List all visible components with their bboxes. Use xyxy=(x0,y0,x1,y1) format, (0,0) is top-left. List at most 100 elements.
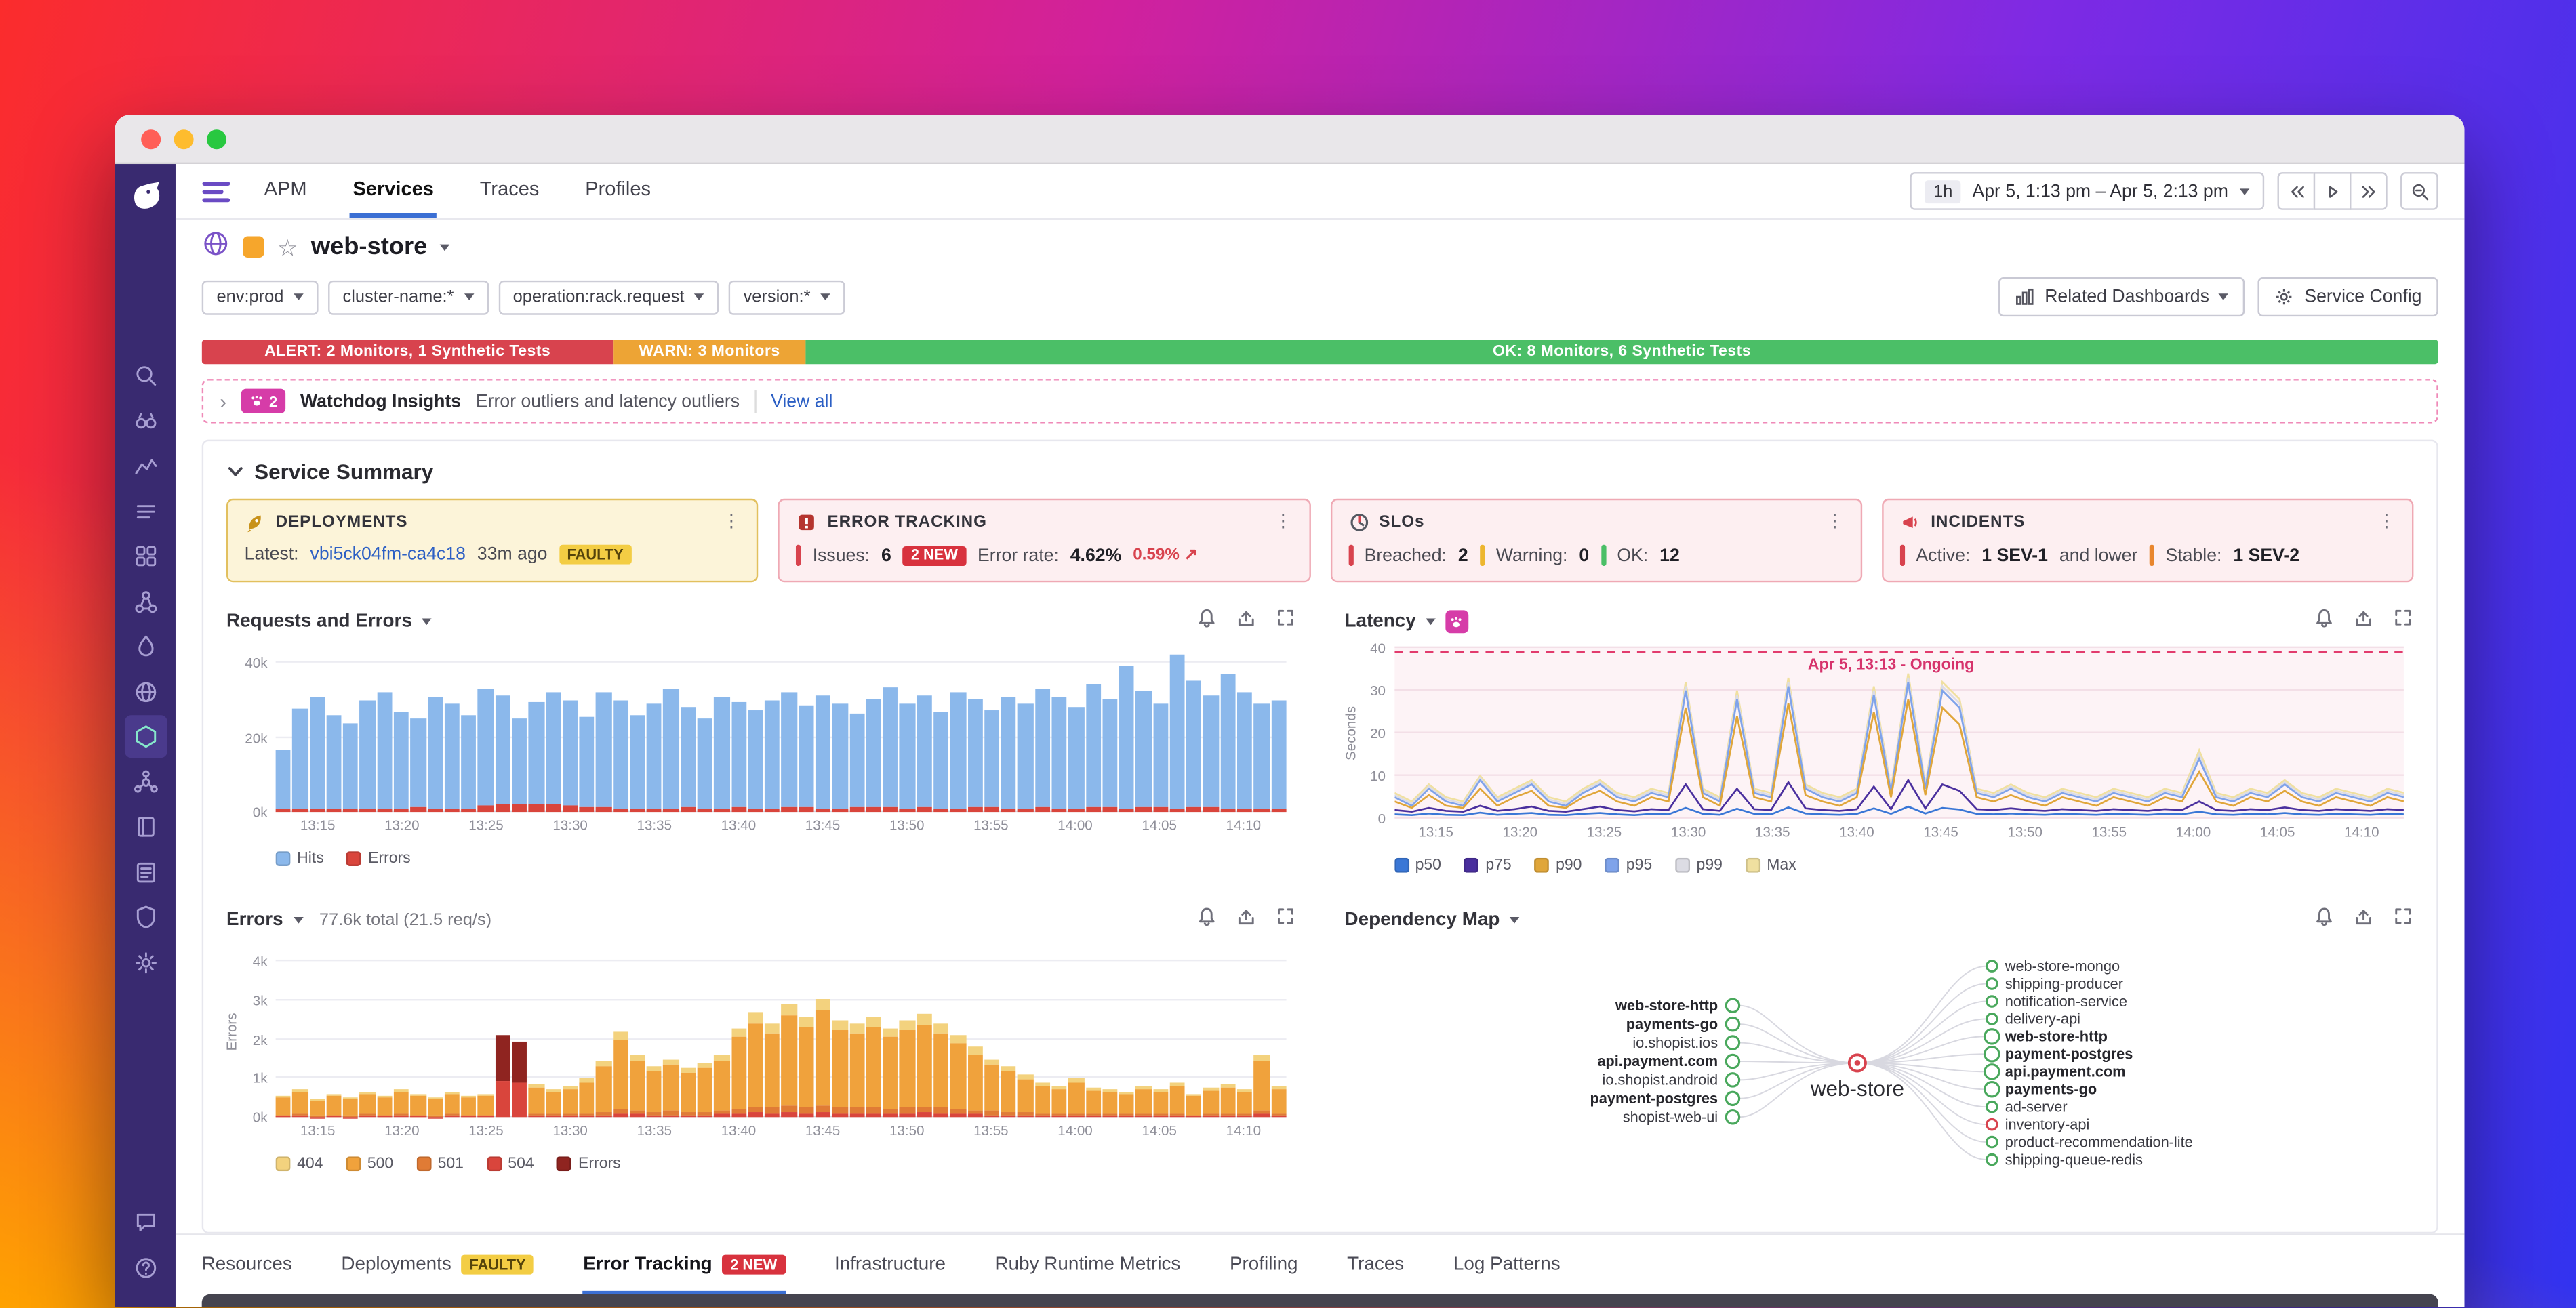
events-icon[interactable] xyxy=(124,489,167,532)
dep-label[interactable]: api.payment.com xyxy=(1596,1052,1717,1069)
slos-card[interactable]: SLOs ⋮ Breached: 2 Warning: 0 OK: 12 xyxy=(1329,498,1862,583)
filter-operation[interactable]: operation:rack.request xyxy=(498,279,719,314)
logs-icon[interactable] xyxy=(124,851,167,893)
monitor-status-warn[interactable]: WARN: 3 Monitors xyxy=(613,340,806,365)
tab-deployments[interactable]: Deployments FAULTY xyxy=(341,1235,534,1294)
dep-label[interactable]: io.shopist.android xyxy=(1601,1071,1717,1088)
dep-label[interactable]: delivery-api xyxy=(2005,1010,2080,1027)
related-dashboards-button[interactable]: Related Dashboards xyxy=(1998,277,2246,317)
filter-cluster-name[interactable]: cluster-name:* xyxy=(327,279,489,314)
apm-icon[interactable] xyxy=(124,625,167,668)
dep-node-product-recommendation-lite[interactable] xyxy=(1984,1135,1998,1149)
deployments-card[interactable]: DEPLOYMENTS ⋮ Latest: vbi5ck04fm-ca4c18 … xyxy=(226,498,759,583)
time-range-picker[interactable]: 1h Apr 5, 1:13 pm – Apr 5, 2:13 pm xyxy=(1910,172,2265,210)
dep-node-payments-go[interactable] xyxy=(1982,1081,2000,1098)
kebab-menu-icon[interactable]: ⋮ xyxy=(723,512,741,532)
legend-item[interactable]: Max xyxy=(1745,856,1796,874)
chevron-down-icon[interactable] xyxy=(422,618,432,626)
kebab-menu-icon[interactable]: ⋮ xyxy=(1274,512,1292,532)
search-icon[interactable] xyxy=(124,354,167,397)
dep-node-payment-postgres[interactable] xyxy=(1982,1046,2000,1063)
chevron-down-icon[interactable] xyxy=(1509,917,1520,924)
dep-label[interactable]: shopist-web-ui xyxy=(1622,1109,1717,1126)
dep-node-shopist-web-ui[interactable] xyxy=(1724,1109,1739,1125)
close-window-button[interactable] xyxy=(141,129,161,149)
time-back-button[interactable] xyxy=(2277,172,2316,210)
metrics-icon[interactable] xyxy=(124,445,167,487)
dep-label[interactable]: shipping-queue-redis xyxy=(2005,1151,2142,1168)
dep-label[interactable]: product-recommendation-lite xyxy=(2005,1133,2192,1150)
legend-item[interactable]: p95 xyxy=(1605,856,1652,874)
legend-item[interactable]: 404 xyxy=(275,1155,323,1173)
incidents-card[interactable]: INCIDENTS ⋮ Active: 1 SEV-1 and lower St… xyxy=(1881,498,2414,583)
service-summary-header[interactable]: Service Summary xyxy=(226,459,2413,484)
dep-node-io.shopist.android[interactable] xyxy=(1724,1072,1739,1088)
dep-label[interactable]: payment-postgres xyxy=(2005,1046,2133,1063)
dep-node-payments-go[interactable] xyxy=(1724,1016,1739,1032)
datadog-logo-icon[interactable] xyxy=(125,177,165,216)
chat-icon[interactable] xyxy=(124,1201,167,1244)
zoom-out-button[interactable] xyxy=(2400,172,2438,210)
help-icon[interactable] xyxy=(124,1246,167,1288)
minimize-window-button[interactable] xyxy=(174,129,194,149)
alert-icon[interactable] xyxy=(1195,607,1216,637)
synthetics-icon[interactable] xyxy=(124,670,167,713)
dep-node-delivery-api[interactable] xyxy=(1984,1013,1998,1025)
watchdog-icon[interactable] xyxy=(1445,610,1469,634)
error-tracking-card[interactable]: ERROR TRACKING ⋮ Issues: 6 2 NEW Error r… xyxy=(778,498,1310,583)
watchdog-view-all-link[interactable]: View all xyxy=(771,391,832,411)
dep-node-notification-service[interactable] xyxy=(1984,995,1998,1008)
legend-item[interactable]: Hits xyxy=(275,850,324,867)
watchdog-icon[interactable] xyxy=(124,399,167,442)
monitor-status-alert[interactable]: ALERT: 2 Monitors, 1 Synthetic Tests xyxy=(201,340,613,365)
legend-item[interactable]: Errors xyxy=(346,850,411,867)
dep-node-api.payment.com[interactable] xyxy=(1982,1063,2000,1080)
tab-traces[interactable]: Traces xyxy=(1347,1235,1404,1294)
dep-node-ad-server[interactable] xyxy=(1984,1100,1998,1113)
expand-icon[interactable] xyxy=(1274,905,1295,935)
requests-errors-chart[interactable]: 0k 20k 40k xyxy=(245,648,1287,820)
legend-item[interactable]: 501 xyxy=(416,1155,464,1173)
dep-label[interactable]: ad-server xyxy=(2005,1098,2067,1115)
monitor-status-ok[interactable]: OK: 8 Monitors, 6 Synthetic Tests xyxy=(805,340,2438,365)
export-icon[interactable] xyxy=(2353,607,2374,637)
errors-chart[interactable]: Errors 0k 1k 2k 3k 4k xyxy=(223,947,1287,1125)
tab-apm[interactable]: APM xyxy=(261,164,310,218)
dep-label[interactable]: shipping-producer xyxy=(2005,975,2122,992)
time-play-button[interactable] xyxy=(2313,172,2352,210)
alert-icon[interactable] xyxy=(1195,905,1216,935)
latency-chart[interactable]: Seconds Apr 5, 13:13 - Ongoing 0 10 20 30 40 xyxy=(1342,640,2404,827)
services-icon[interactable] xyxy=(123,715,167,758)
dep-label[interactable]: api.payment.com xyxy=(2005,1063,2125,1080)
dependency-map[interactable]: web-store-http payments-go io.shopist.ios a… xyxy=(1345,943,2414,1196)
tab-profiling[interactable]: Profiling xyxy=(1230,1235,1298,1294)
dep-label[interactable]: io.shopist.ios xyxy=(1632,1034,1717,1051)
dep-node-shipping-queue-redis[interactable] xyxy=(1984,1153,1998,1166)
nav-menu-icon[interactable] xyxy=(202,180,232,203)
notebooks-icon[interactable] xyxy=(124,805,167,848)
dep-label[interactable]: web-store-http xyxy=(2004,1028,2107,1045)
legend-item[interactable]: Errors xyxy=(557,1155,621,1173)
dep-label[interactable]: inventory-api xyxy=(2005,1116,2089,1132)
dep-node-web-store-mongo[interactable] xyxy=(1984,960,1998,973)
tab-log-patterns[interactable]: Log Patterns xyxy=(1453,1235,1561,1294)
legend-item[interactable]: p90 xyxy=(1534,856,1582,874)
expand-icon[interactable] xyxy=(2392,905,2413,935)
chevron-down-icon[interactable] xyxy=(440,243,451,251)
infrastructure-icon[interactable] xyxy=(124,535,167,577)
tab-services[interactable]: Services xyxy=(349,164,437,218)
expand-icon[interactable] xyxy=(1274,607,1295,637)
dep-label[interactable]: payments-go xyxy=(2005,1081,2096,1098)
tab-error-tracking[interactable]: Error Tracking 2 NEW xyxy=(583,1235,786,1294)
kebab-menu-icon[interactable]: ⋮ xyxy=(1826,512,1844,532)
alert-icon[interactable] xyxy=(2314,607,2335,637)
tab-resources[interactable]: Resources xyxy=(202,1235,292,1294)
dep-node-inventory-api[interactable] xyxy=(1984,1118,1998,1131)
zoom-window-button[interactable] xyxy=(206,129,227,149)
legend-item[interactable]: 504 xyxy=(486,1155,534,1173)
dep-node-io.shopist.ios[interactable] xyxy=(1724,1035,1739,1050)
export-icon[interactable] xyxy=(1234,905,1255,935)
kebab-menu-icon[interactable]: ⋮ xyxy=(2377,512,2396,532)
legend-item[interactable]: 500 xyxy=(346,1155,393,1173)
dep-label[interactable]: payments-go xyxy=(1625,1015,1716,1032)
